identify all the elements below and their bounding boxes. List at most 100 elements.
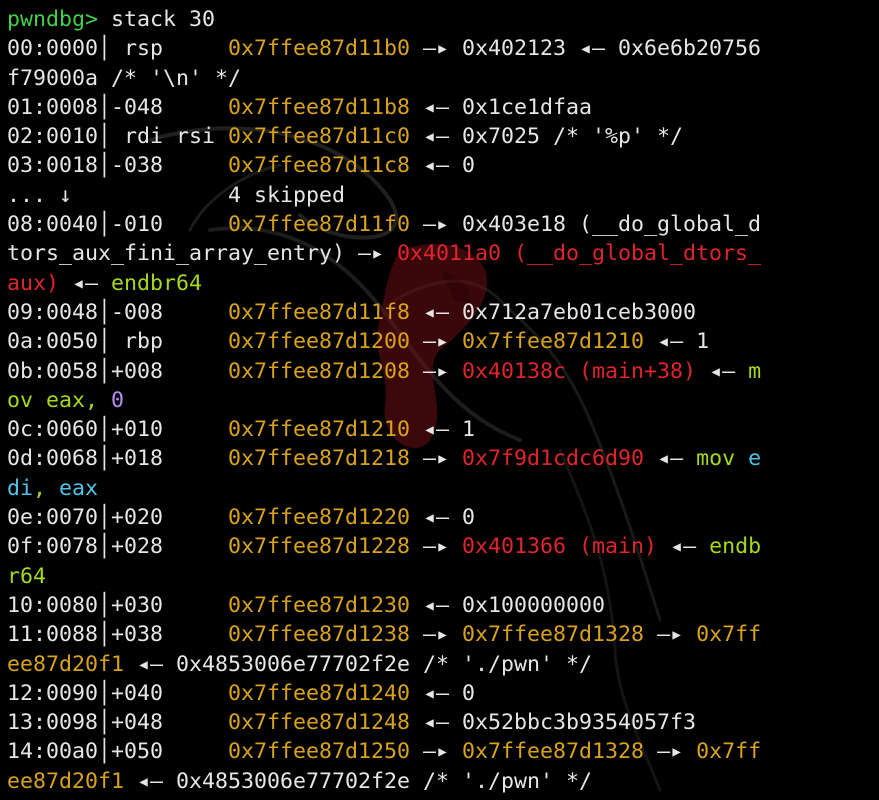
text-segment: ov eax, bbox=[7, 387, 112, 413]
text-segment: 00:0000│ rsp bbox=[7, 36, 229, 62]
text-segment: ◂— bbox=[59, 270, 112, 296]
text-segment: mov bbox=[696, 446, 749, 472]
output-line: 0f:0078│+028 0x7ffee87d1228 —▸ 0x401366 … bbox=[7, 532, 879, 561]
text-segment: 0x7ffee87d11c8 bbox=[228, 153, 411, 179]
text-segment: 0x7ffee87d11c0 bbox=[228, 124, 411, 150]
text-segment: 0c:0060│+010 bbox=[7, 417, 229, 443]
text-segment: —▸ bbox=[644, 739, 697, 765]
text-segment: 0x7ffee87d11f8 bbox=[228, 299, 411, 325]
text-segment: eax bbox=[59, 475, 99, 501]
text-segment: 0a:0050│ rbp bbox=[7, 329, 229, 355]
text-segment: 13:0098│+048 bbox=[7, 710, 229, 736]
text-segment: stack 30 bbox=[98, 7, 216, 32]
text-segment: 0b:0058│+008 bbox=[7, 358, 229, 384]
text-segment: 08:0040│-010 bbox=[7, 212, 229, 238]
output-line: ov eax, 0 bbox=[7, 386, 879, 415]
text-segment: —▸ bbox=[410, 739, 463, 765]
text-segment: 0x40138c (main+38) bbox=[462, 358, 697, 384]
text-segment: 0x7ffee87d11f0 bbox=[228, 212, 411, 238]
text-segment: 0x7ffee87d1220 bbox=[228, 505, 411, 531]
text-segment: —▸ 0x402123 ◂— 0x6e6b20756 bbox=[410, 36, 762, 62]
text-segment: —▸ bbox=[410, 446, 463, 472]
text-segment: di bbox=[7, 475, 34, 501]
output-line: 12:0090│+040 0x7ffee87d1240 ◂— 0 bbox=[7, 679, 879, 708]
text-segment: ◂— 0x712a7eb01ceb3000 bbox=[410, 299, 697, 325]
text-segment: ◂— 0x4853006e77702f2e /* './pwn' */ bbox=[124, 651, 593, 677]
text-segment: 0x4011a0 (__do_global_dtors_ bbox=[397, 241, 762, 267]
text-segment: ◂— 0x100000000 bbox=[410, 592, 606, 618]
text-segment: 09:0048│-008 bbox=[7, 299, 229, 325]
output-line: 0d:0068│+018 0x7ffee87d1218 —▸ 0x7f9d1cd… bbox=[7, 444, 879, 473]
text-segment: 01:0008│-048 bbox=[7, 94, 229, 120]
output-line: 0c:0060│+010 0x7ffee87d1210 ◂— 1 bbox=[7, 415, 879, 444]
output-line: 13:0098│+048 0x7ffee87d1248 ◂— 0x52bbc3b… bbox=[7, 708, 879, 737]
output-line: 09:0048│-008 0x7ffee87d11f8 ◂— 0x712a7eb… bbox=[7, 298, 879, 327]
text-segment: 0x7ffee87d1230 bbox=[228, 592, 411, 618]
text-segment: —▸ bbox=[644, 622, 697, 648]
text-segment: 11:0088│+038 bbox=[7, 622, 229, 648]
output-line: ee87d20f1 ◂— 0x4853006e77702f2e /* './pw… bbox=[7, 650, 879, 679]
output-line: 0a:0050│ rbp 0x7ffee87d1200 —▸ 0x7ffee87… bbox=[7, 327, 879, 356]
text-segment: —▸ bbox=[410, 329, 463, 355]
terminal-window[interactable]: pwndbg> stack 30 00:0000│ rsp 0x7ffee87d1… bbox=[0, 0, 879, 800]
output-line: 11:0088│+038 0x7ffee87d1238 —▸ 0x7ffee87… bbox=[7, 620, 879, 649]
output-line: f79000a /* '\n' */ bbox=[7, 64, 879, 93]
text-segment: m bbox=[748, 358, 762, 384]
text-segment: ◂— 1 bbox=[644, 329, 710, 355]
output-line: 00:0000│ rsp 0x7ffee87d11b0 —▸ 0x402123 … bbox=[7, 34, 879, 63]
output-line: 03:0018│-038 0x7ffee87d11c8 ◂— 0 bbox=[7, 151, 879, 180]
output-line: r64 bbox=[7, 562, 879, 591]
output-line: 08:0040│-010 0x7ffee87d11f0 —▸ 0x403e18 … bbox=[7, 210, 879, 239]
output-line: 02:0010│ rdi rsi 0x7ffee87d11c0 ◂— 0x702… bbox=[7, 122, 879, 151]
text-segment: e bbox=[748, 446, 762, 472]
text-segment: r64 bbox=[7, 563, 47, 589]
text-segment: 12:0090│+040 bbox=[7, 680, 229, 706]
command-line: pwndbg> stack 30 bbox=[7, 5, 879, 34]
text-segment: 0x401366 (main) bbox=[462, 534, 658, 560]
text-segment: ◂— 0x1ce1dfaa bbox=[410, 94, 593, 120]
text-segment: 0x7ffee87d1210 bbox=[462, 329, 645, 355]
text-segment: pwndbg> bbox=[7, 7, 99, 32]
text-segment: 0x7ffee87d1238 bbox=[228, 622, 411, 648]
text-segment: ◂— bbox=[696, 358, 749, 384]
stack-output[interactable]: pwndbg> stack 30 00:0000│ rsp 0x7ffee87d1… bbox=[7, 5, 879, 796]
text-segment: ◂— 0x7025 /* '%p' */ bbox=[410, 124, 684, 150]
output-line: 14:00a0│+050 0x7ffee87d1250 —▸ 0x7ffee87… bbox=[7, 737, 879, 766]
text-segment: 0x7ffee87d1208 bbox=[228, 358, 411, 384]
output-line: ee87d20f1 ◂— 0x4853006e77702f2e /* './pw… bbox=[7, 767, 879, 796]
text-segment: f79000a /* '\n' */ bbox=[7, 65, 242, 91]
text-segment: ◂— bbox=[644, 446, 697, 472]
text-segment: 10:0080│+030 bbox=[7, 592, 229, 618]
text-segment: ◂— bbox=[657, 534, 710, 560]
text-segment: 0x7ffee87d1328 bbox=[462, 739, 645, 765]
text-segment: 0x7ffee87d1210 bbox=[228, 417, 411, 443]
text-segment: 14:00a0│+050 bbox=[7, 739, 229, 765]
output-line: tors_aux_fini_array_entry) —▸ 0x4011a0 (… bbox=[7, 239, 879, 268]
text-segment: 0x7ff bbox=[696, 622, 762, 648]
text-segment: 0x7ffee87d1200 bbox=[228, 329, 411, 355]
text-segment: 0x7ffee87d11b0 bbox=[228, 36, 411, 62]
text-segment: ◂— 0 bbox=[410, 153, 476, 179]
text-segment: 0x7ffee87d1240 bbox=[228, 680, 411, 706]
text-segment: 0x7f9d1cdc6d90 bbox=[462, 446, 645, 472]
text-segment: 0d:0068│+018 bbox=[7, 446, 229, 472]
output-line: 0b:0058│+008 0x7ffee87d1208 —▸ 0x40138c … bbox=[7, 357, 879, 386]
text-segment: ee87d20f1 bbox=[7, 651, 125, 677]
text-segment: 0x7ffee87d1218 bbox=[228, 446, 411, 472]
text-segment: 0x7ffee87d11b8 bbox=[228, 94, 411, 120]
text-segment: 0x7ffee87d1328 bbox=[462, 622, 645, 648]
text-segment: ◂— 0 bbox=[410, 505, 476, 531]
text-segment: ... ↓ 4 skipped bbox=[7, 182, 346, 208]
output-line: 10:0080│+030 0x7ffee87d1230 ◂— 0x1000000… bbox=[7, 591, 879, 620]
text-segment: 0e:0070│+020 bbox=[7, 505, 229, 531]
text-segment: 0f:0078│+028 bbox=[7, 534, 229, 560]
text-segment: , bbox=[33, 475, 60, 501]
text-segment: 0x7ffee87d1250 bbox=[228, 739, 411, 765]
text-segment: endbr64 bbox=[111, 270, 203, 296]
text-segment: ee87d20f1 bbox=[7, 768, 125, 794]
text-segment: 0x7ffee87d1248 bbox=[228, 710, 411, 736]
text-segment: tors_aux_fini_array_entry) —▸ bbox=[7, 241, 398, 267]
text-segment: —▸ 0x403e18 (__do_global_d bbox=[410, 212, 762, 238]
text-segment: ◂— 1 bbox=[410, 417, 476, 443]
output-line: di, eax bbox=[7, 474, 879, 503]
